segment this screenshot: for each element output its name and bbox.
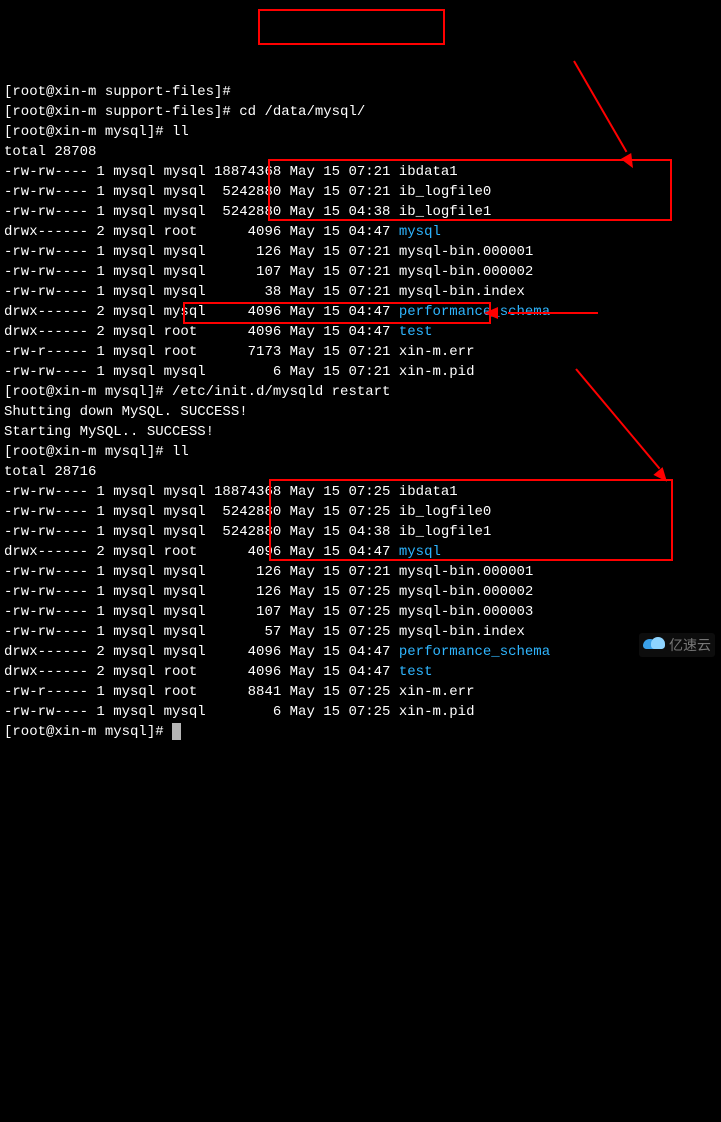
ls-row: -rw-rw---- 1 mysql mysql 5242880 May 15 … — [4, 522, 717, 542]
ls-row: -rw-rw---- 1 mysql mysql 126 May 15 07:2… — [4, 562, 717, 582]
total-line: total 28708 — [4, 142, 717, 162]
ls-row: -rw-r----- 1 mysql root 7173 May 15 07:2… — [4, 342, 717, 362]
ls-row: -rw-rw---- 1 mysql mysql 6 May 15 07:25 … — [4, 702, 717, 722]
watermark-text: 亿速云 — [669, 635, 711, 655]
terminal-output[interactable]: [root@xin-m support-files]# [root@xin-m … — [4, 82, 717, 742]
ls-row: -rw-rw---- 1 mysql mysql 5242880 May 15 … — [4, 202, 717, 222]
prompt-line: [root@xin-m mysql]# /etc/init.d/mysqld r… — [4, 382, 717, 402]
ls-row: drwx------ 2 mysql mysql 4096 May 15 04:… — [4, 302, 717, 322]
watermark: 亿速云 — [639, 633, 715, 657]
ls-row: drwx------ 2 mysql root 4096 May 15 04:4… — [4, 662, 717, 682]
prompt-line: [root@xin-m mysql]# ll — [4, 122, 717, 142]
ls-row: -rw-rw---- 1 mysql mysql 107 May 15 07:2… — [4, 602, 717, 622]
ls-row: -rw-rw---- 1 mysql mysql 5242880 May 15 … — [4, 182, 717, 202]
output-line: Shutting down MySQL. SUCCESS! — [4, 402, 717, 422]
ls-row: -rw-rw---- 1 mysql mysql 18874368 May 15… — [4, 162, 717, 182]
ls-row: -rw-rw---- 1 mysql mysql 6 May 15 07:21 … — [4, 362, 717, 382]
prompt-line: [root@xin-m support-files]# cd /data/mys… — [4, 102, 717, 122]
ls-row: drwx------ 2 mysql root 4096 May 15 04:4… — [4, 222, 717, 242]
total-line: total 28716 — [4, 462, 717, 482]
highlight-box-cd-command — [258, 9, 445, 45]
ls-row: -rw-r----- 1 mysql root 8841 May 15 07:2… — [4, 682, 717, 702]
output-line: Starting MySQL.. SUCCESS! — [4, 422, 717, 442]
ls-row: -rw-rw---- 1 mysql mysql 57 May 15 07:25… — [4, 622, 717, 642]
prompt-line: [root@xin-m support-files]# — [4, 82, 717, 102]
ls-row: -rw-rw---- 1 mysql mysql 126 May 15 07:2… — [4, 582, 717, 602]
cursor-icon — [172, 723, 181, 740]
ls-row: -rw-rw---- 1 mysql mysql 5242880 May 15 … — [4, 502, 717, 522]
prompt-line[interactable]: [root@xin-m mysql]# — [4, 722, 717, 742]
ls-row: -rw-rw---- 1 mysql mysql 107 May 15 07:2… — [4, 262, 717, 282]
ls-row: drwx------ 2 mysql mysql 4096 May 15 04:… — [4, 642, 717, 662]
ls-row: drwx------ 2 mysql root 4096 May 15 04:4… — [4, 542, 717, 562]
prompt-line: [root@xin-m mysql]# ll — [4, 442, 717, 462]
ls-row: -rw-rw---- 1 mysql mysql 126 May 15 07:2… — [4, 242, 717, 262]
ls-row: -rw-rw---- 1 mysql mysql 18874368 May 15… — [4, 482, 717, 502]
cloud-icon — [643, 637, 665, 653]
ls-row: -rw-rw---- 1 mysql mysql 38 May 15 07:21… — [4, 282, 717, 302]
ls-row: drwx------ 2 mysql root 4096 May 15 04:4… — [4, 322, 717, 342]
